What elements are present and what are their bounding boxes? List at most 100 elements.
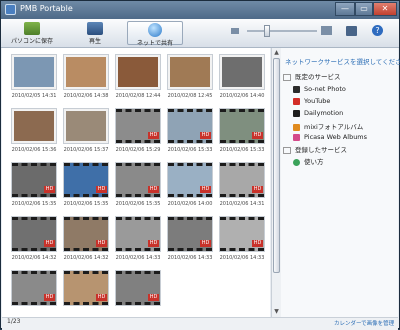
video-thumbnail[interactable]: HD (116, 217, 160, 251)
hd-badge: HD (148, 132, 159, 139)
thumbnail-date: 2010/02/06 14:33 (115, 255, 161, 261)
photo-thumbnail[interactable] (64, 55, 108, 89)
service-icon (293, 85, 300, 93)
thumbnail-date: 2010/02/06 15:33 (219, 147, 265, 153)
default-services-folder[interactable]: 既定のサービス (283, 71, 341, 81)
video-thumbnail[interactable]: HD (12, 217, 56, 251)
thumbnail-date: 2010/02/06 14:40 (219, 93, 265, 99)
service-item[interactable]: Dailymotion (293, 109, 343, 117)
hd-badge: HD (252, 132, 263, 139)
photo-thumbnail[interactable] (168, 55, 212, 89)
service-item[interactable]: Picasa Web Albums (293, 133, 367, 141)
thumbnail-date: 2010/02/06 14:38 (63, 93, 109, 99)
toolbox-icon[interactable] (346, 26, 357, 36)
hd-badge: HD (200, 240, 211, 247)
globe-icon (148, 23, 162, 37)
thumbnail-date: 2010/02/08 12:44 (115, 93, 161, 99)
service-label: mixiフォトアルバム (304, 123, 364, 131)
service-item[interactable]: So-net Photo (293, 85, 346, 93)
hd-badge: HD (44, 186, 55, 193)
panel-header: ネットワークサービスを選択してください (285, 58, 400, 66)
vertical-scrollbar[interactable]: ▲ ▼ (271, 48, 281, 317)
service-label: So-net Photo (304, 85, 346, 93)
hd-badge: HD (252, 186, 263, 193)
thumbnail-date: 2010/02/06 15:36 (11, 147, 57, 153)
how-to-label: 使い方 (304, 158, 324, 166)
video-thumbnail[interactable]: HD (12, 163, 56, 197)
thumbnail-date: 2010/02/05 14:31 (11, 93, 57, 99)
video-thumbnail[interactable]: HD (64, 217, 108, 251)
title-bar[interactable]: PMB Portable — ▭ ✕ (1, 1, 399, 19)
maximize-button[interactable]: ▭ (355, 2, 373, 16)
thumbnail-date: 2010/02/06 15:29 (115, 147, 161, 153)
photo-thumbnail[interactable] (116, 55, 160, 89)
video-thumbnail[interactable]: HD (116, 109, 160, 143)
window-title: PMB Portable (20, 4, 73, 13)
thumbnail-date: 2010/02/06 15:35 (115, 201, 161, 207)
service-icon (293, 133, 300, 141)
save-icon (24, 22, 40, 35)
folder-icon (283, 73, 291, 81)
video-thumbnail[interactable]: HD (64, 163, 108, 197)
toolbar: パソコンに保存 再生 ネットで共有 (1, 19, 399, 48)
video-thumbnail[interactable]: HD (168, 217, 212, 251)
video-thumbnail[interactable]: HD (116, 163, 160, 197)
photo-thumbnail[interactable] (12, 109, 56, 143)
video-thumbnail[interactable]: HD (220, 109, 264, 143)
thumbnail-date: 2010/02/06 14:32 (63, 255, 109, 261)
zoom-slider-handle[interactable] (264, 25, 270, 37)
hd-badge: HD (44, 294, 55, 301)
registered-services-folder[interactable]: 登録したサービス (283, 144, 347, 154)
close-button[interactable]: ✕ (373, 2, 397, 16)
service-icon (293, 123, 300, 131)
calendar-link[interactable]: カレンダーで画像を管理 (334, 319, 394, 327)
service-item[interactable]: YouTube (293, 97, 330, 105)
minimize-button[interactable]: — (335, 2, 355, 16)
thumbnail-date: 2010/02/06 15:33 (167, 147, 213, 153)
hd-badge: HD (96, 294, 107, 301)
hd-badge: HD (148, 186, 159, 193)
thumbnail-grid: 2010/02/05 14:31 2010/02/06 14:38 2010/02/… (2, 48, 270, 317)
thumbnail-date: 2010/02/06 14:00 (167, 201, 213, 207)
save-to-pc-button[interactable]: パソコンに保存 (7, 21, 57, 45)
hd-badge: HD (96, 186, 107, 193)
video-thumbnail[interactable]: HD (220, 163, 264, 197)
scroll-up-icon[interactable]: ▲ (272, 48, 281, 57)
play-icon (87, 22, 103, 35)
play-button[interactable]: 再生 (77, 21, 113, 45)
help-icon[interactable]: ? (372, 25, 383, 36)
share-online-button[interactable]: ネットで共有 (127, 21, 183, 47)
service-label: YouTube (304, 97, 331, 105)
thumbnail-date: 2010/02/06 14:32 (11, 255, 57, 261)
how-to-icon (293, 158, 300, 166)
photo-thumbnail[interactable] (12, 55, 56, 89)
service-icon (293, 109, 300, 117)
hd-badge: HD (200, 186, 211, 193)
app-window: PMB Portable — ▭ ✕ パソコンに保存 再生 ネットで共有 ? 2… (0, 0, 400, 330)
scroll-thumb[interactable] (273, 58, 280, 273)
service-icon (293, 97, 300, 105)
play-label: 再生 (88, 38, 101, 45)
how-to-item[interactable]: 使い方 (293, 156, 324, 166)
video-thumbnail[interactable]: HD (168, 163, 212, 197)
hd-badge: HD (148, 240, 159, 247)
thumbnail-date: 2010/02/08 12:45 (167, 93, 213, 99)
zoom-out-icon[interactable] (231, 28, 239, 34)
zoom-slider-track[interactable] (247, 30, 317, 32)
video-thumbnail[interactable]: HD (168, 109, 212, 143)
photo-thumbnail[interactable] (64, 109, 108, 143)
share-online-label: ネットで共有 (136, 40, 173, 47)
scroll-down-icon[interactable]: ▼ (272, 307, 281, 316)
video-thumbnail[interactable]: HD (116, 271, 160, 305)
service-panel: ネットワークサービスを選択してください 既定のサービス So-net Photo… (281, 48, 400, 317)
thumbnail-date: 2010/02/06 15:35 (63, 201, 109, 207)
video-thumbnail[interactable]: HD (220, 217, 264, 251)
thumbnail-date: 2010/02/06 14:31 (219, 201, 265, 207)
video-thumbnail[interactable]: HD (12, 271, 56, 305)
service-label: Picasa Web Albums (304, 133, 368, 141)
hd-badge: HD (96, 240, 107, 247)
service-item[interactable]: mixiフォトアルバム (293, 121, 363, 131)
zoom-in-icon[interactable] (321, 26, 332, 35)
video-thumbnail[interactable]: HD (64, 271, 108, 305)
photo-thumbnail[interactable] (220, 55, 264, 89)
